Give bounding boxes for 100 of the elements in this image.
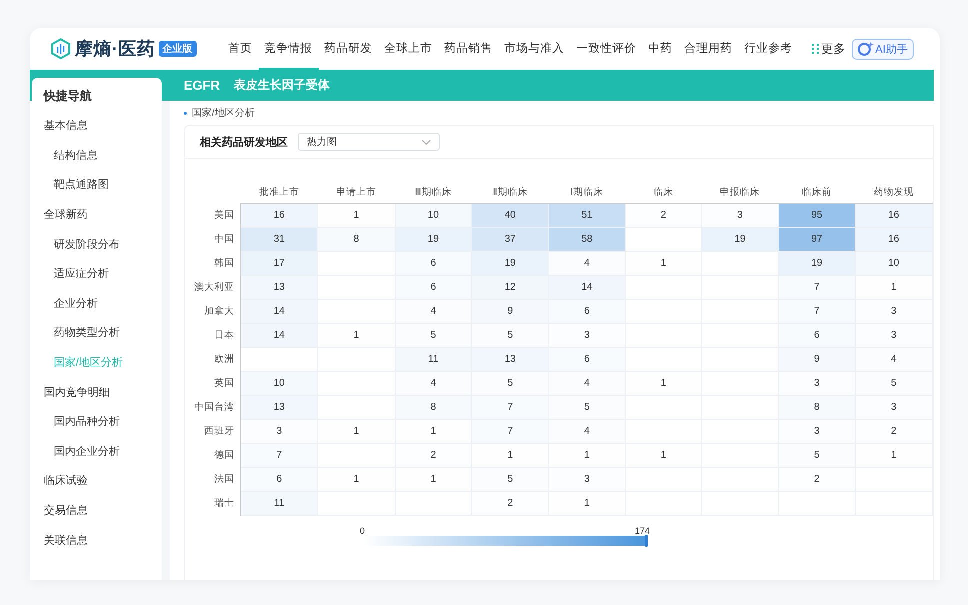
heatmap-cell: 19 bbox=[472, 252, 549, 276]
heatmap-cell: 10 bbox=[855, 252, 932, 276]
heatmap-cell: 31 bbox=[240, 228, 318, 252]
heatmap-cell: 19 bbox=[395, 228, 472, 252]
heatmap-cell: 3 bbox=[548, 324, 626, 348]
heatmap-cell: 19 bbox=[702, 228, 779, 252]
heatmap-cell: 7 bbox=[778, 300, 856, 324]
edition-badge: 企业版 bbox=[158, 41, 196, 57]
heatmap-cell: 5 bbox=[472, 468, 549, 492]
sidebar-item[interactable]: 基本信息 bbox=[32, 111, 88, 141]
heatmap-cell: 19 bbox=[778, 252, 856, 276]
heatmap-cell: 7 bbox=[472, 396, 549, 420]
heatmap-cell: 6 bbox=[395, 252, 472, 276]
sidebar-item[interactable]: 关联信息 bbox=[32, 525, 88, 555]
heatmap-cell: 1 bbox=[548, 492, 626, 516]
sidebar-item[interactable]: 国内企业分析 bbox=[32, 436, 120, 466]
heatmap-cell: 2 bbox=[778, 468, 856, 492]
heatmap-cell: 13 bbox=[240, 276, 318, 300]
range-handle[interactable] bbox=[645, 535, 648, 547]
heatmap-cell: 1 bbox=[855, 276, 932, 300]
nav-tab[interactable]: 药品研发 bbox=[318, 28, 378, 70]
heatmap-cell: 9 bbox=[778, 348, 856, 372]
nav-tab[interactable]: 首页 bbox=[222, 28, 258, 70]
heatmap-cell: 11 bbox=[395, 348, 472, 372]
nav-tab[interactable]: 行业参考 bbox=[738, 28, 798, 70]
nav-tab[interactable]: 一致性评价 bbox=[570, 28, 642, 70]
heatmap-cell: 2 bbox=[626, 204, 702, 228]
sidebar-item[interactable]: 药物类型分析 bbox=[32, 318, 120, 348]
heatmap-cell: 2 bbox=[855, 420, 932, 444]
heatmap-cell: 97 bbox=[778, 228, 856, 252]
heatmap-cell: 8 bbox=[395, 396, 472, 420]
heatmap-cell: 6 bbox=[778, 324, 856, 348]
nav-tab[interactable]: 合理用药 bbox=[678, 28, 738, 70]
heatmap-cell: 7 bbox=[778, 276, 856, 300]
nav-tab[interactable]: 市场与准入 bbox=[498, 28, 570, 70]
heatmap-cell: 16 bbox=[855, 204, 932, 228]
sidebar-item[interactable]: 交易信息 bbox=[32, 496, 88, 526]
ai-sparkle-icon bbox=[858, 42, 874, 56]
logo-text: 摩熵·医药 bbox=[75, 38, 156, 61]
heatmap-cell: 6 bbox=[395, 276, 472, 300]
nav-tab[interactable]: 药品销售 bbox=[438, 28, 498, 70]
heatmap-cell: 4 bbox=[548, 252, 626, 276]
heatmap-cell: 3 bbox=[778, 420, 856, 444]
heatmap-cell: 12 bbox=[472, 276, 549, 300]
sidebar-item[interactable]: 全球新药 bbox=[32, 200, 88, 230]
heatmap-cell: 7 bbox=[472, 420, 549, 444]
heatmap-cell: 3 bbox=[548, 468, 626, 492]
heatmap-cell: 3 bbox=[855, 396, 932, 420]
sidebar-item[interactable]: 国内品种分析 bbox=[32, 406, 120, 437]
heatmap-cell: 1 bbox=[318, 324, 396, 348]
sidebar-item[interactable]: 企业分析 bbox=[32, 288, 98, 318]
heatmap-cell: 58 bbox=[548, 228, 626, 252]
sidebar-item[interactable]: 研发阶段分布 bbox=[32, 229, 120, 259]
heatmap-cell: 1 bbox=[626, 252, 702, 276]
heatmap-cell: 2 bbox=[472, 492, 549, 516]
heatmap-cell: 3 bbox=[702, 204, 779, 228]
heatmap-cell: 1 bbox=[318, 420, 396, 444]
heatmap-cell: 1 bbox=[855, 444, 932, 468]
heatmap-cell: 10 bbox=[395, 204, 472, 228]
grid-dots-icon bbox=[812, 44, 818, 54]
sidebar-item[interactable]: 靶点通路图 bbox=[32, 170, 109, 200]
heatmap-cell: 5 bbox=[548, 396, 626, 420]
heatmap-cell: 16 bbox=[855, 228, 932, 252]
heatmap-cell: 17 bbox=[240, 252, 318, 276]
nav-tab[interactable]: 全球上市 bbox=[378, 28, 438, 70]
section-label: 国家/地区分析 bbox=[192, 106, 255, 120]
heatmap-cell: 14 bbox=[548, 276, 626, 300]
heatmap-cell: 8 bbox=[318, 228, 396, 252]
heatmap-cell: 4 bbox=[395, 372, 472, 396]
legend-min: 0 bbox=[360, 526, 366, 536]
chevron-down-icon bbox=[422, 140, 431, 144]
heatmap-cell: 4 bbox=[548, 372, 626, 396]
target-name: 表皮生长因子受体 bbox=[234, 77, 330, 94]
heatmap-cell: 6 bbox=[240, 468, 318, 492]
target-code: EGFR bbox=[184, 78, 220, 93]
sidebar-item[interactable]: 国内竞争明细 bbox=[32, 377, 110, 407]
chart-type-select[interactable]: 热力图 bbox=[298, 133, 440, 151]
heatmap-cell: 1 bbox=[626, 372, 702, 396]
sidebar-item[interactable]: 结构信息 bbox=[32, 140, 98, 170]
heatmap-cell: 95 bbox=[778, 204, 856, 228]
more-menu[interactable]: 更多 bbox=[806, 40, 852, 58]
sidebar-item[interactable]: 临床试验 bbox=[32, 466, 88, 496]
heatmap-cell: 5 bbox=[472, 324, 549, 348]
heatmap-cell: 1 bbox=[548, 444, 626, 468]
sidebar-title: 快捷导航 bbox=[32, 78, 162, 101]
heatmap-cell: 1 bbox=[472, 444, 549, 468]
heatmap-cell: 6 bbox=[548, 300, 626, 324]
heatmap-cell: 40 bbox=[472, 204, 549, 228]
heatmap-cell: 51 bbox=[548, 204, 626, 228]
nav-tab[interactable]: 中药 bbox=[642, 28, 678, 70]
heatmap-cell: 1 bbox=[395, 468, 472, 492]
heatmap-cell: 14 bbox=[240, 300, 318, 324]
sidebar-item[interactable]: 适应症分析 bbox=[32, 258, 109, 289]
heatmap-cell: 3 bbox=[855, 300, 932, 324]
logo-icon bbox=[50, 38, 72, 60]
heatmap-cell: 5 bbox=[855, 372, 932, 396]
heatmap-cell: 4 bbox=[548, 420, 626, 444]
heatmap-cell: 1 bbox=[626, 444, 702, 468]
ai-assistant-button[interactable]: AI助手 bbox=[852, 38, 914, 60]
heatmap-cell: 5 bbox=[395, 324, 472, 348]
